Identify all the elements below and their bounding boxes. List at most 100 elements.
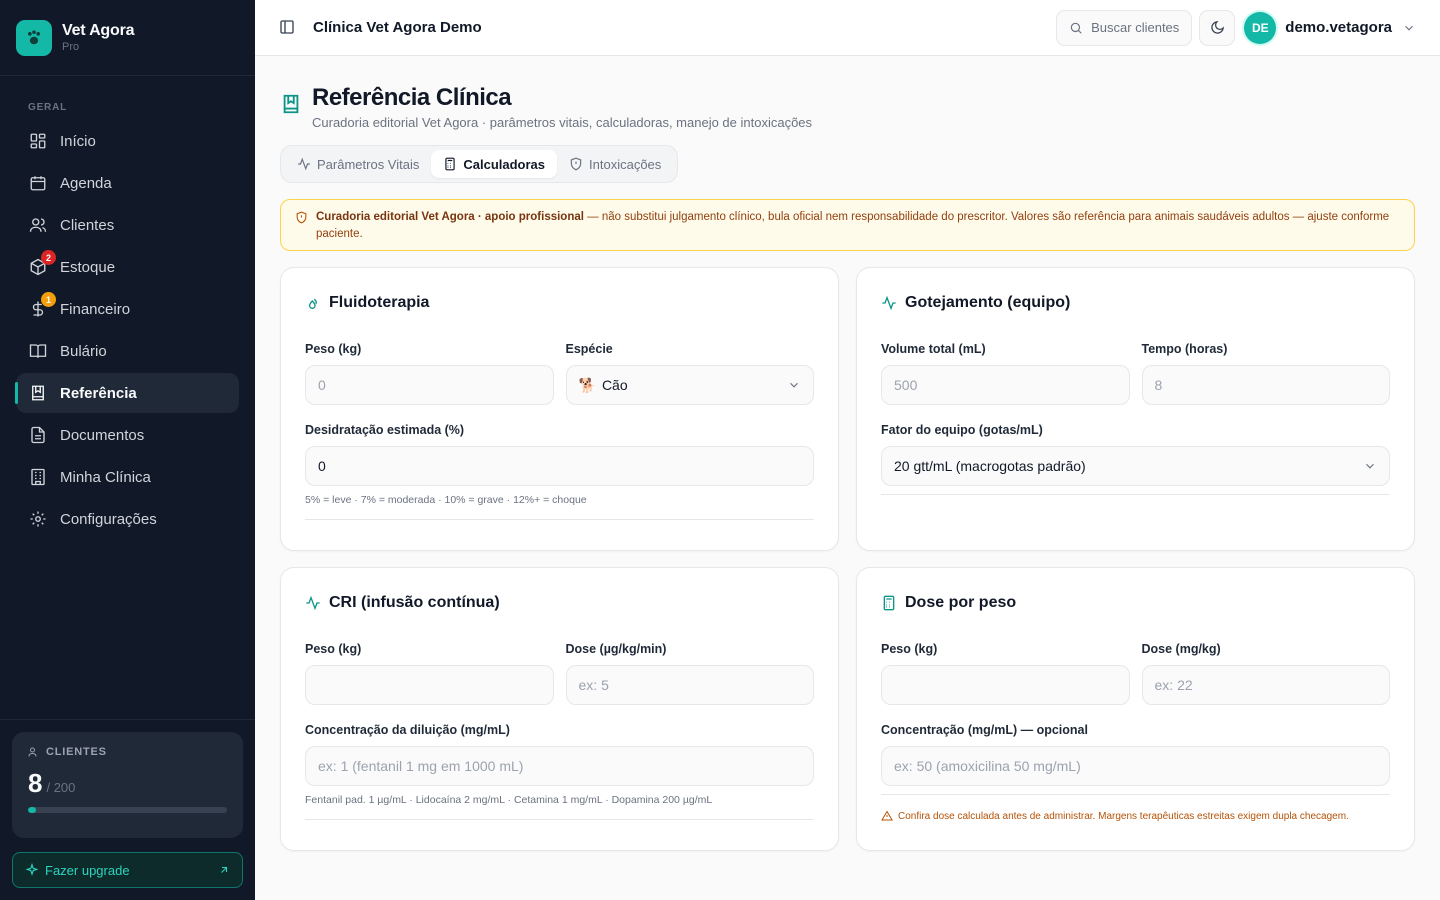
calculator-icon bbox=[881, 595, 897, 611]
sidebar-item-referencia[interactable]: Referência bbox=[15, 373, 239, 413]
tempo-label: Tempo (horas) bbox=[1141, 342, 1228, 356]
clients-count: 8 bbox=[28, 768, 43, 798]
dollar-icon: 1 bbox=[28, 292, 56, 319]
fator-equipo-select[interactable]: 20 gtt/mL (macrogotas padrão) bbox=[881, 446, 1390, 486]
especie-select[interactable]: 🐕 Cão bbox=[565, 365, 814, 405]
sidebar-item-bulario[interactable]: Bulário bbox=[16, 331, 239, 371]
cri-peso-input[interactable] bbox=[305, 665, 554, 705]
tab-calculadoras[interactable]: Calculadoras bbox=[431, 150, 558, 178]
brand[interactable]: Vet Agora Pro bbox=[0, 0, 255, 76]
card-title: CRI (infusão contínua) bbox=[329, 594, 500, 611]
book-open-icon bbox=[28, 341, 48, 361]
sidebar-item-label: Documentos bbox=[60, 426, 145, 444]
file-icon bbox=[28, 425, 48, 445]
upgrade-button[interactable]: Fazer upgrade bbox=[12, 852, 243, 888]
activity-icon bbox=[881, 295, 897, 311]
clinic-name: Clínica Vet Agora Demo bbox=[313, 19, 482, 36]
paw-logo-icon bbox=[16, 19, 52, 56]
sidebar-item-label: Clientes bbox=[60, 216, 115, 234]
disclaimer-bold: Curadoria editorial Vet Agora · apoio pr… bbox=[316, 211, 584, 223]
shield-icon bbox=[569, 157, 583, 171]
peso-label: Peso (kg) bbox=[881, 642, 938, 656]
concentracao-label: Concentração (mg/mL) — opcional bbox=[881, 723, 1088, 737]
especie-label: Espécie bbox=[565, 342, 613, 356]
sidebar-item-label: Início bbox=[60, 132, 96, 150]
grid-icon bbox=[28, 131, 48, 151]
main-content: Referência Clínica Curadoria editorial V… bbox=[255, 56, 1440, 900]
tab-intoxicacoes[interactable]: Intoxicações bbox=[557, 150, 673, 178]
activity-icon bbox=[297, 157, 311, 171]
tempo-input[interactable]: 8 bbox=[1141, 365, 1390, 405]
dose-label: Dose (mg/kg) bbox=[1141, 642, 1221, 656]
volume-input[interactable]: 500 bbox=[881, 365, 1130, 405]
dog-icon: 🐕 bbox=[578, 376, 596, 393]
sidebar-item-clientes[interactable]: Clientes bbox=[16, 205, 239, 245]
dose-peso-input[interactable] bbox=[881, 665, 1130, 705]
disclaimer-text: Curadoria editorial Vet Agora · apoio pr… bbox=[316, 209, 1400, 241]
clients-progress-bar bbox=[28, 807, 227, 813]
fluido-peso-input[interactable]: 0 bbox=[305, 365, 554, 405]
arrow-up-right-icon bbox=[218, 864, 230, 876]
sidebar-item-configuracoes[interactable]: Configurações bbox=[16, 499, 239, 539]
sidebar-item-documentos[interactable]: Documentos bbox=[16, 415, 239, 455]
cri-concentracao-input[interactable]: ex: 1 (fentanil 1 mg em 1000 mL) bbox=[305, 746, 814, 786]
sidebar-item-label: Agenda bbox=[60, 174, 112, 192]
user-menu[interactable]: DE demo.vetagora bbox=[1244, 11, 1416, 44]
sidebar-toggle-icon[interactable] bbox=[279, 19, 297, 37]
chevron-down-icon bbox=[787, 378, 801, 392]
tab-label: Parâmetros Vitais bbox=[317, 156, 420, 172]
calculators-grid: Fluidoterapia Peso (kg) 0 Espécie 🐕 Cão bbox=[280, 267, 1415, 851]
sparkles-icon bbox=[25, 863, 39, 877]
theme-toggle-button[interactable] bbox=[1199, 9, 1236, 46]
sidebar-item-financeiro[interactable]: 1 Financeiro bbox=[16, 289, 239, 329]
card-title: Gotejamento (equipo) bbox=[905, 294, 1071, 311]
building-icon bbox=[28, 467, 48, 487]
tab-label: Intoxicações bbox=[589, 156, 662, 172]
sidebar-footer: CLIENTES 8 / 200 Fazer upgrade bbox=[0, 719, 255, 900]
calendar-icon bbox=[28, 173, 48, 193]
card-title: Dose por peso bbox=[905, 594, 1017, 611]
fator-value: 20 gtt/mL (macrogotas padrão) bbox=[894, 458, 1086, 474]
tab-parametros-vitais[interactable]: Parâmetros Vitais bbox=[285, 150, 431, 178]
bookmark-book-icon bbox=[280, 93, 302, 115]
gotejamento-card: Gotejamento (equipo) Volume total (mL) 5… bbox=[856, 267, 1415, 551]
sidebar-item-inicio[interactable]: Início bbox=[16, 121, 239, 161]
fluidoterapia-card: Fluidoterapia Peso (kg) 0 Espécie 🐕 Cão bbox=[280, 267, 839, 551]
calculator-icon bbox=[443, 157, 457, 171]
alert-triangle-icon bbox=[881, 810, 893, 822]
username: demo.vetagora bbox=[1285, 19, 1392, 36]
dose-warning: Confira dose calculada antes de administ… bbox=[881, 794, 1390, 822]
activity-icon bbox=[305, 595, 321, 611]
chevron-down-icon bbox=[1363, 459, 1377, 473]
search-label: Buscar clientes bbox=[1091, 20, 1180, 35]
sidebar-item-label: Minha Clínica bbox=[60, 468, 151, 486]
package-icon: 2 bbox=[28, 250, 56, 277]
sidebar-item-estoque[interactable]: 2 Estoque bbox=[16, 247, 239, 287]
sidebar: Vet Agora Pro GERAL Início Agenda Client… bbox=[0, 0, 255, 900]
chevron-down-icon bbox=[1402, 21, 1416, 35]
desidratacao-label: Desidratação estimada (%) bbox=[305, 423, 465, 437]
divider bbox=[881, 494, 1390, 495]
desidratacao-input[interactable]: 0 bbox=[305, 446, 814, 486]
dose-concentracao-input[interactable]: ex: 50 (amoxicilina 50 mg/mL) bbox=[881, 746, 1390, 786]
clients-limit: / 200 bbox=[46, 780, 76, 795]
clients-card-title: CLIENTES bbox=[46, 746, 107, 758]
peso-label: Peso (kg) bbox=[305, 342, 362, 356]
estoque-badge: 2 bbox=[41, 250, 56, 265]
avatar: DE bbox=[1244, 11, 1277, 44]
cri-card: CRI (infusão contínua) Peso (kg) Dose (µ… bbox=[280, 567, 839, 851]
disclaimer-alert: Curadoria editorial Vet Agora · apoio pr… bbox=[280, 199, 1415, 251]
concentracao-label: Concentração da diluição (mg/mL) bbox=[305, 723, 510, 737]
sidebar-item-minha-clinica[interactable]: Minha Clínica bbox=[16, 457, 239, 497]
sidebar-item-agenda[interactable]: Agenda bbox=[16, 163, 239, 203]
sidebar-nav: Início Agenda Clientes 2 Estoque 1 Finan… bbox=[0, 121, 255, 539]
dose-por-peso-card: Dose por peso Peso (kg) Dose (mg/kg) ex:… bbox=[856, 567, 1415, 851]
peso-label: Peso (kg) bbox=[305, 642, 362, 656]
clients-usage-card: CLIENTES 8 / 200 bbox=[12, 732, 243, 838]
search-clients-button[interactable]: Buscar clientes bbox=[1056, 9, 1193, 46]
sidebar-item-label: Configurações bbox=[60, 510, 157, 528]
brand-plan: Pro bbox=[62, 41, 80, 53]
dose-mgkg-input[interactable]: ex: 22 bbox=[1141, 665, 1390, 705]
moon-icon bbox=[1210, 20, 1225, 35]
cri-dose-input[interactable]: ex: 5 bbox=[565, 665, 814, 705]
